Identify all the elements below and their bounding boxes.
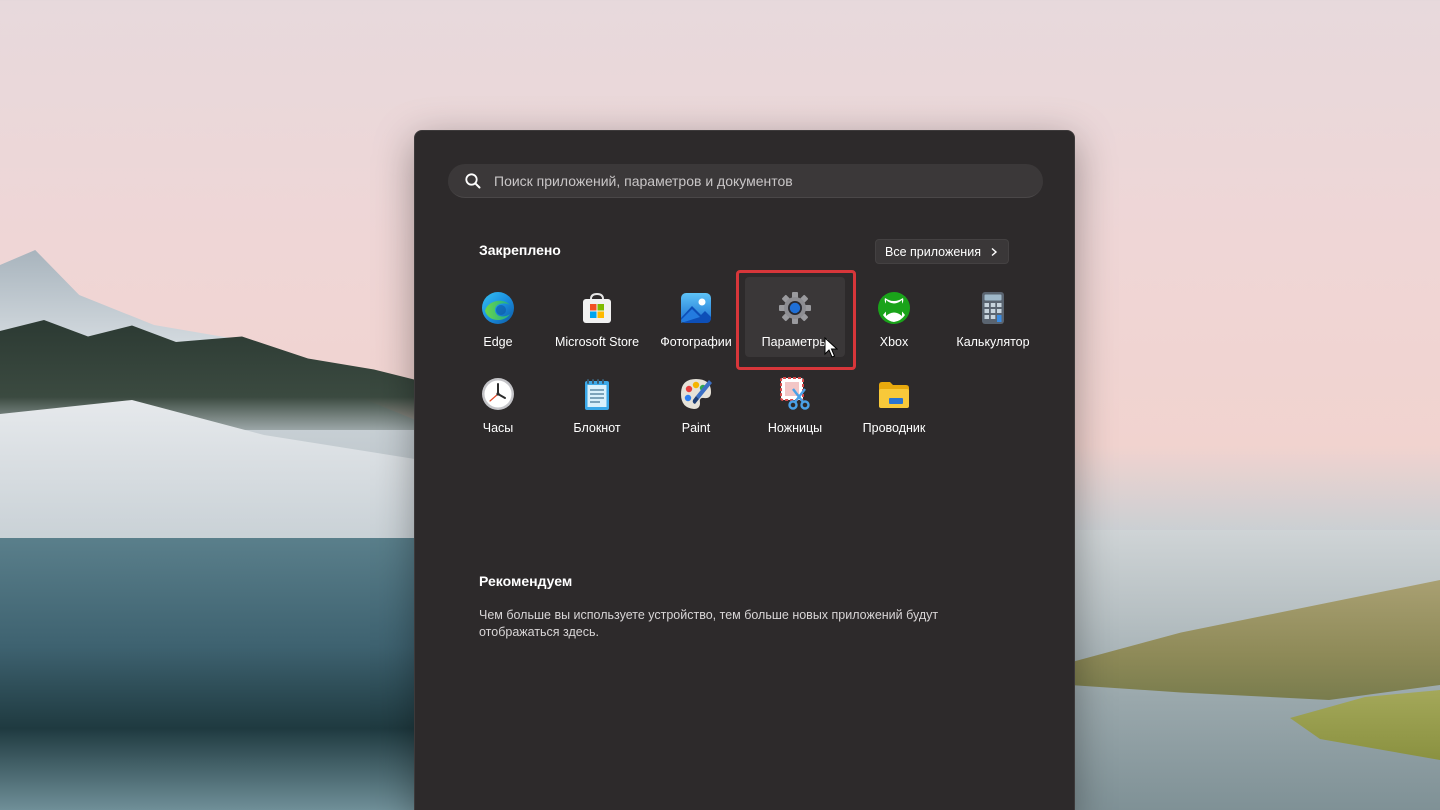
paint-icon <box>681 379 712 409</box>
all-apps-button[interactable]: Все приложения <box>875 239 1009 264</box>
search-box[interactable] <box>448 164 1043 198</box>
mouse-cursor-icon <box>824 337 838 358</box>
app-label: Блокнот <box>573 421 621 435</box>
snipping-tool-icon <box>780 377 810 410</box>
app-label: Проводник <box>862 421 926 435</box>
store-icon <box>583 292 611 323</box>
app-label: Часы <box>482 421 514 435</box>
app-tile-microsoft-store[interactable]: Microsoft Store <box>547 277 647 357</box>
file-explorer-icon <box>879 382 909 408</box>
calculator-icon <box>982 292 1004 324</box>
photos-icon <box>681 293 711 323</box>
app-tile-notepad[interactable]: Блокнот <box>547 363 647 443</box>
start-menu: Закреплено Все приложения Edge <box>414 130 1075 810</box>
clock-icon <box>482 378 514 410</box>
app-tile-xbox[interactable]: Xbox <box>844 277 944 357</box>
xbox-icon <box>878 292 910 324</box>
app-label: Paint <box>681 421 711 435</box>
recommended-empty-text: Чем больше вы используете устройство, те… <box>479 608 939 639</box>
all-apps-label: Все приложения <box>885 244 981 259</box>
app-tile-edge[interactable]: Edge <box>448 277 548 357</box>
app-tile-paint[interactable]: Paint <box>646 363 746 443</box>
app-tile-snipping-tool[interactable]: Ножницы <box>745 363 845 443</box>
notepad-icon <box>585 379 609 410</box>
app-label: Edge <box>483 335 513 349</box>
recommended-section-title: Рекомендуем <box>479 573 573 589</box>
app-tile-file-explorer[interactable]: Проводник <box>844 363 944 443</box>
app-label: Ножницы <box>767 421 823 435</box>
wallpaper-lake-left <box>0 538 440 810</box>
settings-highlight-frame <box>736 270 856 370</box>
search-icon <box>465 172 481 188</box>
app-label: Калькулятор <box>956 335 1030 349</box>
app-tile-clock[interactable]: Часы <box>448 363 548 443</box>
edge-icon <box>482 292 514 324</box>
app-label: Фотографии <box>660 335 732 349</box>
app-label: Microsoft Store <box>554 335 640 349</box>
app-label: Xbox <box>879 335 909 349</box>
app-tile-photos[interactable]: Фотографии <box>646 277 746 357</box>
search-input[interactable] <box>494 172 1043 189</box>
chevron-right-icon <box>991 247 998 256</box>
app-tile-calculator[interactable]: Калькулятор <box>943 277 1043 357</box>
pinned-section-title: Закреплено <box>479 242 561 258</box>
